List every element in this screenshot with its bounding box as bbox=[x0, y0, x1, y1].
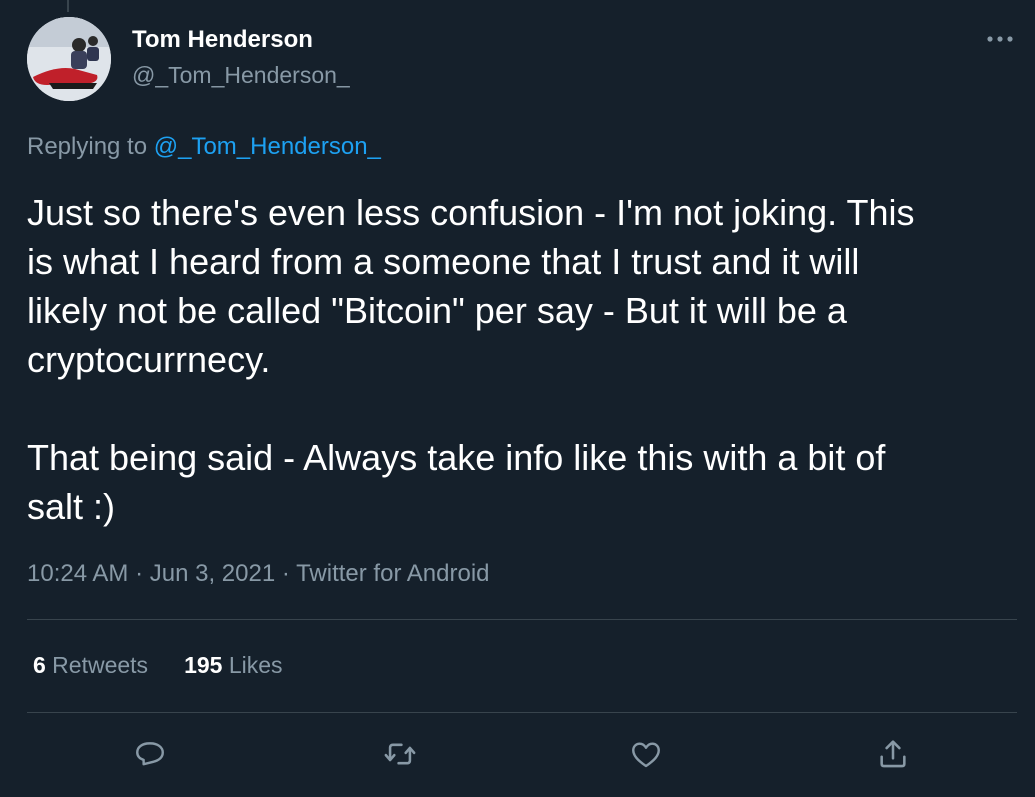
engagement-stats: 6 Retweets 195 Likes bbox=[33, 652, 283, 679]
retweets-count: 6 bbox=[33, 652, 46, 678]
more-options-button[interactable] bbox=[980, 24, 1020, 54]
replying-to-mention-link[interactable]: @_Tom_Henderson_ bbox=[154, 133, 381, 160]
more-icon bbox=[987, 36, 1013, 42]
thread-connector-line bbox=[67, 0, 69, 12]
replying-to-label: Replying to bbox=[27, 133, 154, 160]
likes-stat[interactable]: 195 Likes bbox=[184, 652, 282, 678]
likes-label: Likes bbox=[222, 652, 283, 678]
divider bbox=[27, 619, 1017, 620]
like-button[interactable] bbox=[626, 734, 666, 774]
tweet-source-link[interactable]: Twitter for Android bbox=[296, 560, 489, 587]
meta-separator: · bbox=[128, 560, 150, 587]
tweet-date[interactable]: Jun 3, 2021 bbox=[150, 560, 275, 587]
retweets-stat[interactable]: 6 Retweets bbox=[33, 652, 148, 678]
author-display-name[interactable]: Tom Henderson bbox=[132, 26, 313, 54]
retweet-icon bbox=[384, 743, 416, 765]
tweet-metadata: 10:24 AM · Jun 3, 2021 · Twitter for And… bbox=[27, 560, 490, 588]
likes-count: 195 bbox=[184, 652, 223, 678]
retweet-button[interactable] bbox=[380, 734, 420, 774]
share-button[interactable] bbox=[873, 734, 913, 774]
meta-separator: · bbox=[275, 560, 297, 587]
reply-icon bbox=[136, 742, 164, 766]
like-icon bbox=[632, 742, 660, 768]
retweets-label: Retweets bbox=[45, 652, 149, 678]
tweet-text: Just so there's even less confusion - I'… bbox=[27, 192, 915, 527]
avatar[interactable] bbox=[27, 17, 111, 101]
divider bbox=[27, 712, 1017, 713]
avatar-photo bbox=[27, 17, 111, 101]
replying-to-line: Replying to @_Tom_Henderson_ bbox=[27, 133, 381, 161]
author-handle[interactable]: @_Tom_Henderson_ bbox=[132, 62, 350, 89]
share-icon bbox=[880, 740, 906, 768]
tweet-time[interactable]: 10:24 AM bbox=[27, 560, 128, 587]
reply-button[interactable] bbox=[130, 734, 170, 774]
